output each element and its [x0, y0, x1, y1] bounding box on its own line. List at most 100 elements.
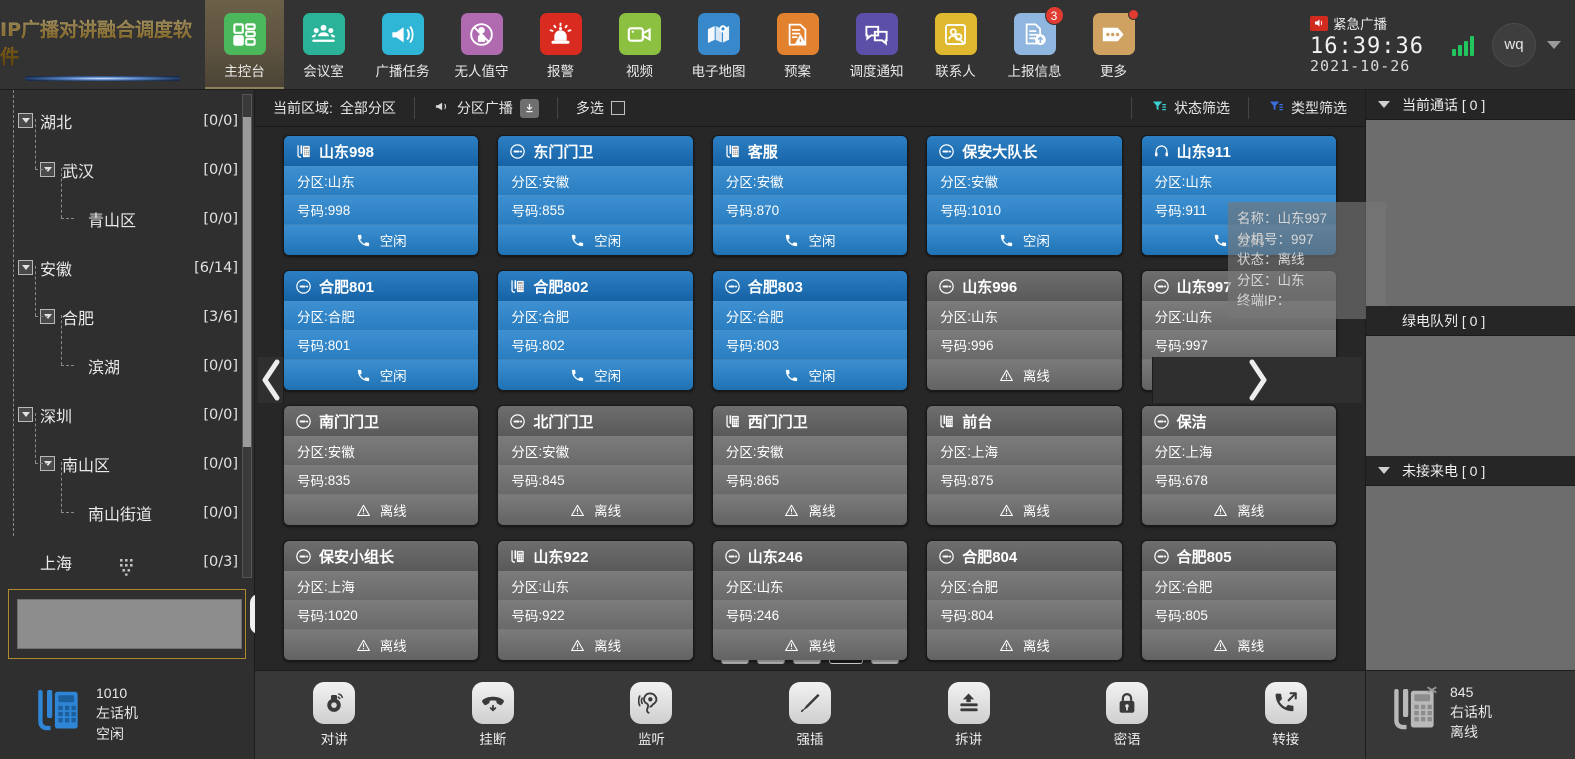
- nav-item-report[interactable]: 3 上报信息: [995, 0, 1074, 89]
- device-card-status[interactable]: 空闲: [284, 224, 479, 255]
- tree-node[interactable]: 安徽 [6/14]: [10, 243, 254, 292]
- panel-header-queue[interactable]: 绿电队列 [ 0 ]: [1366, 306, 1575, 336]
- device-card-name: 西门门卫: [747, 413, 808, 431]
- next-page-arrow[interactable]: [1152, 357, 1362, 403]
- device-card[interactable]: 保安小组长 分区: 上海 号码:1020 离线: [283, 540, 480, 661]
- zone-broadcast-button[interactable]: 分区广播: [415, 96, 557, 121]
- device-card-status[interactable]: 空闲: [712, 224, 908, 255]
- nav-item-group[interactable]: 会议室: [284, 0, 363, 89]
- nav-item-video[interactable]: 视频: [600, 0, 679, 89]
- device-card-status[interactable]: 空闲: [927, 224, 1122, 255]
- device-card-status[interactable]: 空闲: [284, 359, 479, 390]
- nav-item-more[interactable]: 更多: [1074, 0, 1153, 89]
- device-card[interactable]: 山东911 分区: 山东 号码:911 空闲: [1140, 135, 1337, 256]
- dial-number-input[interactable]: [17, 599, 242, 649]
- device-card-status[interactable]: 离线: [1141, 629, 1336, 660]
- device-card-status-label: 离线: [808, 504, 836, 519]
- device-card[interactable]: 合肥803 分区: 合肥 号码:803 空闲: [711, 270, 909, 391]
- tree-expand-toggle[interactable]: [18, 113, 33, 128]
- tree-node[interactable]: 滨湖 [0/0]: [10, 315, 254, 390]
- grid-icon: [223, 13, 266, 55]
- panel-header-missed-call[interactable]: 未接来电 [ 0 ]: [1366, 456, 1575, 486]
- device-card-status[interactable]: 离线: [712, 494, 908, 525]
- nav-item-alarm[interactable]: 报警: [521, 0, 600, 89]
- emergency-broadcast-button[interactable]: 紧急广播: [1310, 13, 1387, 33]
- device-card[interactable]: 北门门卫 分区: 安徽 号码:845 离线: [497, 405, 694, 526]
- chevron-down-icon[interactable]: [1547, 40, 1561, 49]
- tree-node[interactable]: 南山区 [0/0]: [10, 413, 254, 488]
- device-card[interactable]: 东门门卫 分区: 安徽 号码:855 空闲: [497, 135, 694, 256]
- action-listen-ear[interactable]: 监听: [572, 682, 731, 748]
- device-card[interactable]: 合肥801 分区: 合肥 号码:801 空闲: [283, 270, 480, 391]
- action-split-talk[interactable]: 拆讲: [889, 682, 1048, 748]
- device-card-status[interactable]: 离线: [927, 494, 1122, 525]
- device-card-status[interactable]: 离线: [927, 359, 1122, 390]
- nav-item-megaphone[interactable]: 广播任务: [363, 0, 442, 89]
- intercom-icon: [1153, 548, 1170, 565]
- action-label: 挂断: [479, 732, 507, 747]
- device-card-zone-row: 分区: 合肥: [927, 571, 1122, 600]
- device-card[interactable]: 山东996 分区: 山东 号码:996 离线: [926, 270, 1123, 391]
- avatar[interactable]: wq: [1492, 22, 1536, 67]
- type-filter-button[interactable]: 类型筛选: [1249, 96, 1365, 121]
- device-card[interactable]: 山东246 分区: 山东 号码:246 离线: [711, 540, 909, 661]
- action-force-insert[interactable]: 强插: [731, 682, 890, 748]
- device-card-status[interactable]: 离线: [1141, 494, 1336, 525]
- tree-node[interactable]: 深圳 [0/0]: [10, 390, 254, 439]
- warning-icon: [999, 638, 1014, 653]
- tree-node[interactable]: 南山街道 [0/0]: [10, 462, 254, 537]
- device-card-status[interactable]: 离线: [498, 629, 693, 660]
- tree-node[interactable]: 武汉 [0/0]: [10, 119, 254, 194]
- tree-node[interactable]: 合肥 [3/6]: [10, 266, 254, 341]
- tree-expand-toggle[interactable]: [18, 407, 33, 422]
- tree-node[interactable]: 上海 [0/3]: [10, 537, 254, 582]
- device-card-status[interactable]: 空闲: [498, 359, 693, 390]
- device-card[interactable]: 合肥805 分区: 合肥 号码:805 离线: [1140, 540, 1337, 661]
- device-card[interactable]: 前台 分区: 上海 号码:875 离线: [926, 405, 1123, 526]
- prev-page-arrow[interactable]: [258, 357, 284, 403]
- nav-item-grid[interactable]: 主控台: [205, 0, 284, 89]
- action-intercom-talk[interactable]: 对讲: [255, 682, 414, 748]
- nav-item-map[interactable]: 电子地图: [679, 0, 758, 89]
- status-filter-button[interactable]: 状态筛选: [1132, 96, 1248, 121]
- device-card-status[interactable]: 空闲: [498, 224, 693, 255]
- nav-item-plan[interactable]: 预案: [758, 0, 837, 89]
- nav-item-contacts[interactable]: 联系人: [916, 0, 995, 89]
- device-card[interactable]: 西门门卫 分区: 安徽 号码:865 离线: [711, 405, 909, 526]
- device-card[interactable]: 客服 分区: 安徽 号码:870 空闲: [711, 135, 909, 256]
- nav-item-chat[interactable]: 调度通知: [837, 0, 916, 89]
- device-card-status[interactable]: 离线: [284, 494, 479, 525]
- device-card-status-label: 离线: [1022, 639, 1050, 654]
- device-card-zone-label: 分区: [940, 175, 968, 190]
- multi-select-checkbox[interactable]: [610, 101, 625, 115]
- warning-icon: [356, 503, 371, 518]
- panel-header-current-call[interactable]: 当前通话 [ 0 ]: [1366, 90, 1575, 120]
- device-card-status-label: 空闲: [808, 369, 836, 384]
- download-icon[interactable]: [519, 98, 539, 118]
- device-card[interactable]: 合肥804 分区: 合肥 号码:804 离线: [926, 540, 1123, 661]
- device-card[interactable]: 山东998 分区: 山东 号码:998 空闲: [283, 135, 480, 256]
- device-card[interactable]: 合肥802 分区: 合肥 号码:802 空闲: [497, 270, 694, 391]
- device-card-status[interactable]: 离线: [712, 629, 908, 660]
- clock-date: 2021-10-26: [1310, 57, 1411, 76]
- action-hangup[interactable]: 挂断: [414, 682, 573, 748]
- nav-item-no-person[interactable]: 无人值守: [442, 0, 521, 89]
- current-area-selector[interactable]: 当前区域: 全部分区: [255, 96, 414, 121]
- device-card-status[interactable]: 空闲: [712, 359, 908, 390]
- tree-node[interactable]: 湖北 [0/0]: [10, 96, 254, 145]
- device-card-status[interactable]: 离线: [498, 494, 693, 525]
- tree-expand-toggle[interactable]: [18, 260, 33, 275]
- device-card-zone-value: 安徽: [327, 445, 355, 460]
- multi-select-toggle[interactable]: 多选: [558, 96, 643, 121]
- device-card-status[interactable]: 空闲: [1141, 224, 1336, 255]
- device-card-status[interactable]: 离线: [927, 629, 1122, 660]
- device-card-number-value: 678: [1185, 472, 1208, 488]
- device-card[interactable]: 保安大队长 分区: 安徽 号码:1010 空闲: [926, 135, 1123, 256]
- action-lock[interactable]: 密语: [1048, 682, 1207, 748]
- device-card-status[interactable]: 离线: [284, 629, 479, 660]
- device-card[interactable]: 山东922 分区: 山东 号码:922 离线: [497, 540, 694, 661]
- action-transfer[interactable]: 转接: [1206, 682, 1365, 748]
- device-card[interactable]: 保洁 分区: 上海 号码:678 离线: [1140, 405, 1337, 526]
- device-card[interactable]: 南门门卫 分区: 安徽 号码:835 离线: [283, 405, 480, 526]
- tree-node[interactable]: 青山区 [0/0]: [10, 168, 254, 243]
